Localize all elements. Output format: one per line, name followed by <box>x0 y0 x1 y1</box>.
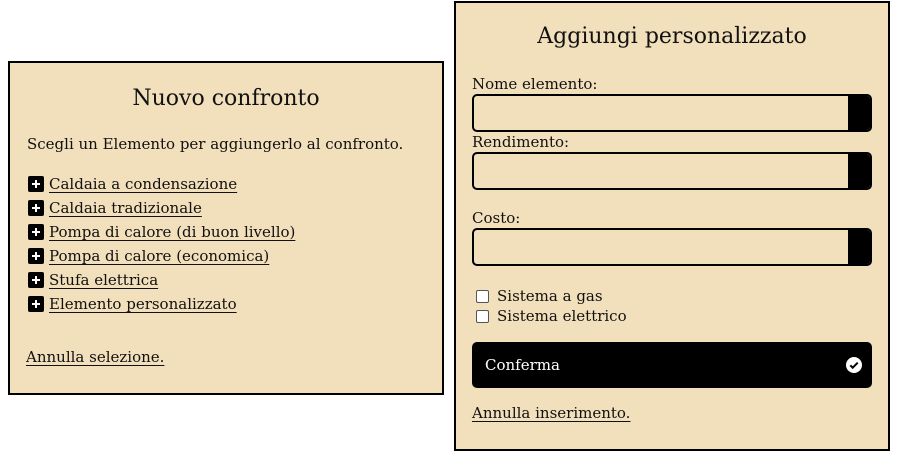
panel-title: Aggiungi personalizzato <box>537 24 807 49</box>
electric-system-label: Sistema elettrico <box>497 307 627 325</box>
cost-field-label: Costo: <box>472 209 521 227</box>
plus-icon <box>28 296 44 312</box>
efficiency-input[interactable] <box>474 154 850 188</box>
element-item-label: Elemento personalizzato <box>49 295 237 313</box>
element-item-caldaia-tradizionale[interactable]: Caldaia tradizionale <box>28 196 295 220</box>
name-field[interactable] <box>472 94 872 132</box>
plus-icon <box>28 248 44 264</box>
plus-icon <box>28 176 44 192</box>
element-item-label: Pompa di calore (di buon livello) <box>49 223 296 241</box>
system-type-checkboxes: Sistema a gas Sistema elettrico <box>475 286 627 326</box>
efficiency-field[interactable] <box>472 152 872 190</box>
name-field-label: Nome elemento: <box>472 75 598 93</box>
cancel-selection-link[interactable]: Annulla selezione. <box>26 348 164 366</box>
confirm-button[interactable]: Conferma <box>472 342 872 388</box>
plus-icon <box>28 224 44 240</box>
name-input[interactable] <box>474 96 850 130</box>
gas-system-option[interactable]: Sistema a gas <box>475 286 627 306</box>
add-custom-panel: Aggiungi personalizzato Nome elemento: R… <box>454 1 890 451</box>
element-item-pompa-buon-livello[interactable]: Pompa di calore (di buon livello) <box>28 220 295 244</box>
element-item-label: Pompa di calore (economica) <box>49 247 270 265</box>
element-item-label: Caldaia tradizionale <box>49 199 202 217</box>
element-list: Caldaia a condensazione Caldaia tradizio… <box>28 172 295 316</box>
input-spinner[interactable] <box>848 230 870 264</box>
element-item-caldaia-condensazione[interactable]: Caldaia a condensazione <box>28 172 295 196</box>
cost-field[interactable] <box>472 228 872 266</box>
confirm-button-label: Conferma <box>485 356 560 374</box>
gas-system-checkbox[interactable] <box>476 289 489 303</box>
electric-system-option[interactable]: Sistema elettrico <box>475 306 627 326</box>
efficiency-field-label: Rendimento: <box>472 133 570 151</box>
gas-system-label: Sistema a gas <box>497 287 603 305</box>
element-item-label: Caldaia a condensazione <box>49 175 238 193</box>
plus-icon <box>28 200 44 216</box>
check-circle-icon <box>846 357 862 373</box>
panel-title: Nuovo confronto <box>132 86 320 111</box>
element-item-stufa-elettrica[interactable]: Stufa elettrica <box>28 268 295 292</box>
plus-icon <box>28 272 44 288</box>
element-item-personalizzato[interactable]: Elemento personalizzato <box>28 292 295 316</box>
panel-intro-text: Scegli un Elemento per aggiungerlo al co… <box>27 135 404 153</box>
input-spinner[interactable] <box>848 154 870 188</box>
cost-input[interactable] <box>474 230 850 264</box>
new-comparison-panel: Nuovo confronto Scegli un Elemento per a… <box>8 61 444 395</box>
cancel-insert-link[interactable]: Annulla inserimento. <box>472 404 630 422</box>
element-item-pompa-economica[interactable]: Pompa di calore (economica) <box>28 244 295 268</box>
input-spinner[interactable] <box>848 96 870 130</box>
element-item-label: Stufa elettrica <box>49 271 159 289</box>
electric-system-checkbox[interactable] <box>476 309 489 323</box>
